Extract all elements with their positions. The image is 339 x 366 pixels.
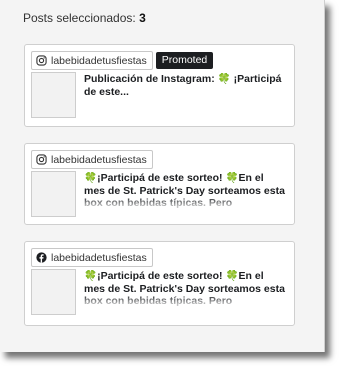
selected-posts-label: Posts seleccionados:	[23, 11, 136, 25]
account-chip: labebidadetusfiestas	[31, 150, 153, 169]
post-card-header: labebidadetusfiestas	[31, 150, 153, 169]
instagram-icon	[36, 55, 47, 66]
post-card-header: labebidadetusfiestas	[31, 248, 153, 267]
post-card[interactable]: labebidadetusfiestas 🍀¡Participá de este…	[24, 241, 295, 326]
post-card[interactable]: labebidadetusfiestas 🍀¡Participá de este…	[24, 143, 295, 225]
post-text: Publicación de Instagram: 🍀 ¡Participá d…	[84, 73, 282, 98]
post-thumbnail	[31, 72, 76, 118]
selected-posts-count: 3	[139, 11, 146, 25]
instagram-icon	[36, 154, 47, 165]
post-card[interactable]: labebidadetusfiestas Promoted Publicació…	[24, 44, 295, 127]
post-text: 🍀¡Participá de este sorteo! 🍀En el mes d…	[84, 172, 285, 209]
post-thumbnail	[31, 269, 76, 315]
account-chip: labebidadetusfiestas	[31, 51, 153, 70]
selected-posts-heading: Posts seleccionados: 3	[23, 11, 146, 25]
account-name: labebidadetusfiestas	[51, 153, 147, 166]
post-card-header: labebidadetusfiestas Promoted	[31, 51, 214, 70]
selected-posts-panel: Posts seleccionados: 3 labebidadetusfies…	[0, 0, 325, 352]
account-name: labebidadetusfiestas	[51, 251, 147, 264]
account-chip: labebidadetusfiestas	[31, 248, 153, 267]
account-name: labebidadetusfiestas	[51, 54, 147, 67]
post-text: 🍀¡Participá de este sorteo! 🍀En el mes d…	[84, 270, 285, 307]
promoted-badge: Promoted	[155, 52, 214, 69]
post-thumbnail	[31, 171, 76, 217]
facebook-icon	[36, 252, 47, 263]
